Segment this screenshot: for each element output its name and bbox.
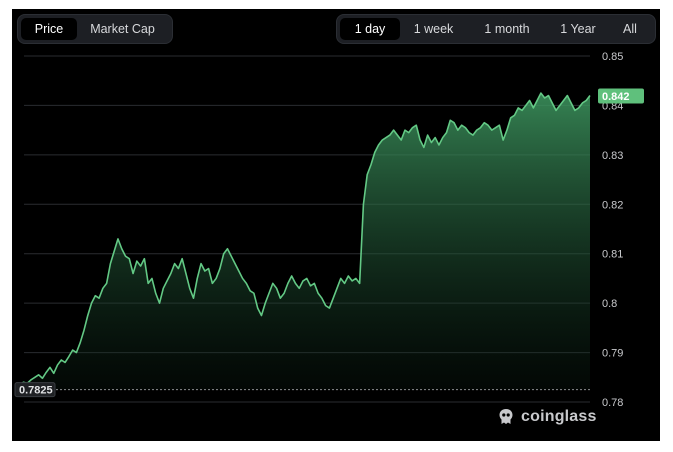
current-price-label: 0.842	[602, 91, 630, 103]
y-tick-label: 0.83	[602, 150, 623, 162]
y-tick-label: 0.82	[602, 199, 623, 211]
y-axis: 0.850.840.830.820.810.80.790.78	[602, 51, 623, 409]
y-tick-label: 0.78	[602, 397, 623, 409]
y-tick-label: 0.85	[602, 51, 623, 63]
screenshot-frame: Price Market Cap 1 day 1 week 1 month 1 …	[0, 0, 673, 452]
start-price-label: 0.7825	[19, 385, 53, 397]
brand-name: coinglass	[521, 408, 597, 425]
start-price-badge: 0.7825	[14, 382, 56, 398]
y-tick-label: 0.8	[602, 298, 617, 310]
y-tick-label: 0.79	[602, 348, 623, 360]
price-chart[interactable]: 0.850.840.830.820.810.80.790.78 0.7825 0…	[12, 9, 660, 441]
coinglass-icon	[499, 409, 513, 424]
coinglass-logo: coinglass	[496, 407, 597, 427]
current-price-badge: 0.842	[598, 88, 644, 104]
y-tick-label: 0.81	[602, 249, 623, 261]
chart-panel: Price Market Cap 1 day 1 week 1 month 1 …	[12, 9, 660, 441]
